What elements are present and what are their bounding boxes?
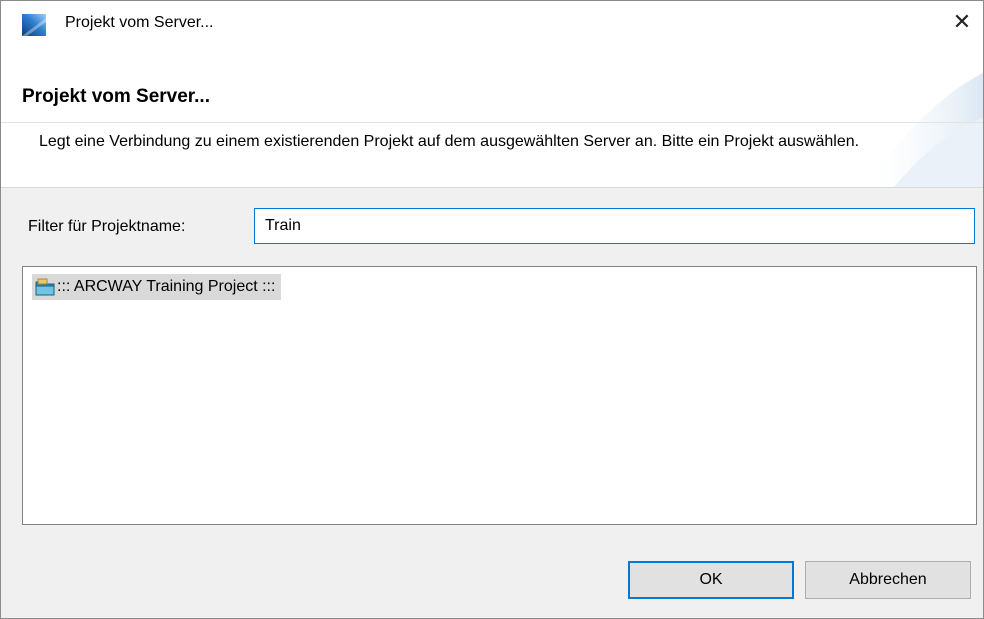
dialog-window: Projekt vom Server... ✕ Projekt vom Serv… — [0, 0, 984, 619]
filter-label: Filter für Projektname: — [28, 218, 186, 235]
list-item-label: ::: ARCWAY Training Project ::: — [57, 278, 276, 295]
list-item[interactable]: ::: ARCWAY Training Project ::: — [32, 274, 282, 300]
banner-decoration — [863, 73, 983, 188]
title-bar: Projekt vom Server... ✕ — [1, 1, 983, 43]
banner-bottom-divider — [1, 187, 983, 188]
window-title: Projekt vom Server... — [65, 14, 214, 31]
page-title: Projekt vom Server... — [22, 86, 210, 107]
app-logo-icon — [22, 14, 46, 36]
project-filter-input[interactable] — [254, 208, 975, 244]
project-list[interactable]: ::: ARCWAY Training Project ::: — [22, 266, 977, 525]
cancel-button[interactable]: Abbrechen — [805, 561, 971, 599]
banner-divider — [1, 122, 983, 123]
page-description: Legt eine Verbindung zu einem existieren… — [39, 133, 860, 150]
folder-icon — [35, 278, 55, 296]
ok-button[interactable]: OK — [628, 561, 794, 599]
close-button[interactable]: ✕ — [941, 1, 983, 43]
close-icon: ✕ — [952, 9, 972, 34]
wizard-banner: Projekt vom Server... Legt eine Verbindu… — [1, 43, 983, 188]
